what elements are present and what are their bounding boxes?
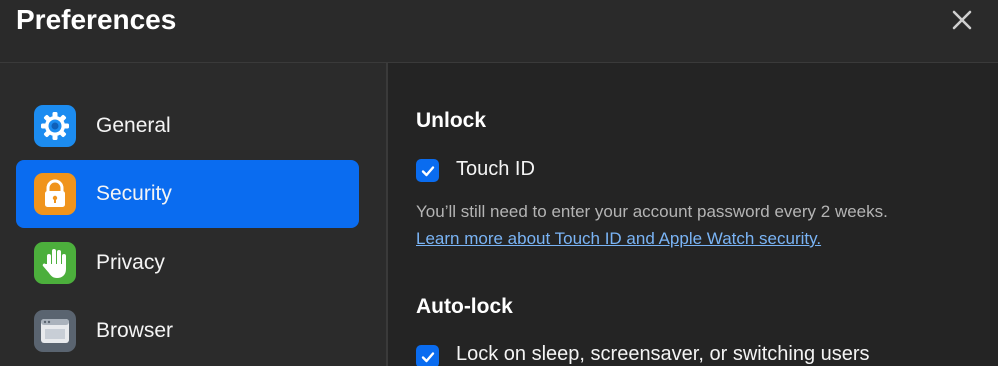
- sidebar-item-browser[interactable]: Browser: [16, 297, 359, 365]
- sidebar-item-label: General: [96, 114, 171, 137]
- lock-on-sleep-label[interactable]: Lock on sleep, screensaver, or switching…: [456, 343, 870, 366]
- browser-icon: [34, 310, 76, 352]
- security-panel: Unlock Touch ID You’ll still need to ent…: [388, 63, 998, 366]
- close-icon: [952, 10, 972, 30]
- sidebar-item-label: Browser: [96, 319, 174, 342]
- touch-id-checkbox[interactable]: [416, 159, 439, 182]
- gear-icon: [34, 105, 76, 147]
- close-button[interactable]: [948, 6, 976, 34]
- unlock-heading: Unlock: [416, 109, 487, 132]
- auto-lock-heading: Auto-lock: [416, 295, 513, 318]
- lock-on-sleep-checkbox[interactable]: [416, 345, 439, 366]
- hand-icon: [34, 242, 76, 284]
- lock-icon: [34, 173, 76, 215]
- sidebar-item-general[interactable]: General: [16, 92, 359, 160]
- preferences-window: Preferences General Security Privacy Bro…: [0, 0, 998, 366]
- checkmark-icon: [421, 351, 434, 362]
- touch-id-label[interactable]: Touch ID: [456, 158, 535, 181]
- checkmark-icon: [421, 165, 434, 176]
- sidebar: General Security Privacy Browser: [0, 63, 388, 366]
- sidebar-item-label: Security: [96, 182, 172, 205]
- touch-id-learn-more-link[interactable]: Learn more about Touch ID and Apple Watc…: [416, 229, 821, 249]
- sidebar-item-privacy[interactable]: Privacy: [16, 229, 359, 297]
- window-title: Preferences: [16, 4, 177, 35]
- touch-id-hint: You’ll still need to enter your account …: [416, 202, 888, 221]
- title-bar: Preferences: [0, 0, 998, 63]
- sidebar-item-label: Privacy: [96, 251, 165, 274]
- sidebar-item-security[interactable]: Security: [16, 160, 359, 228]
